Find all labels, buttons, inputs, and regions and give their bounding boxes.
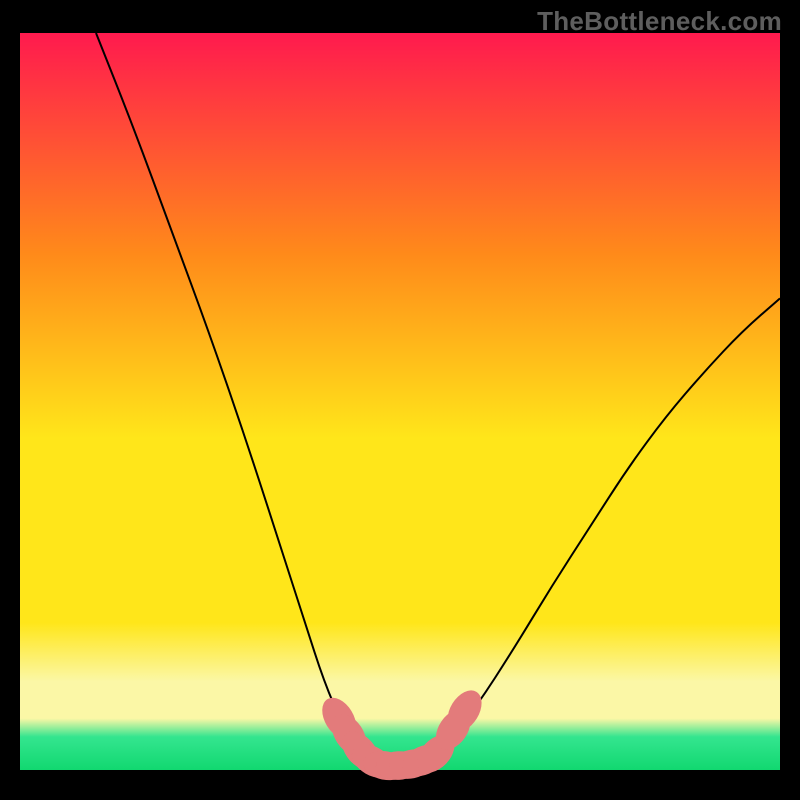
watermark-text: TheBottleneck.com xyxy=(537,6,782,37)
chart-gradient-background xyxy=(20,33,780,770)
chart-svg xyxy=(0,0,800,800)
bottleneck-chart xyxy=(0,0,800,800)
